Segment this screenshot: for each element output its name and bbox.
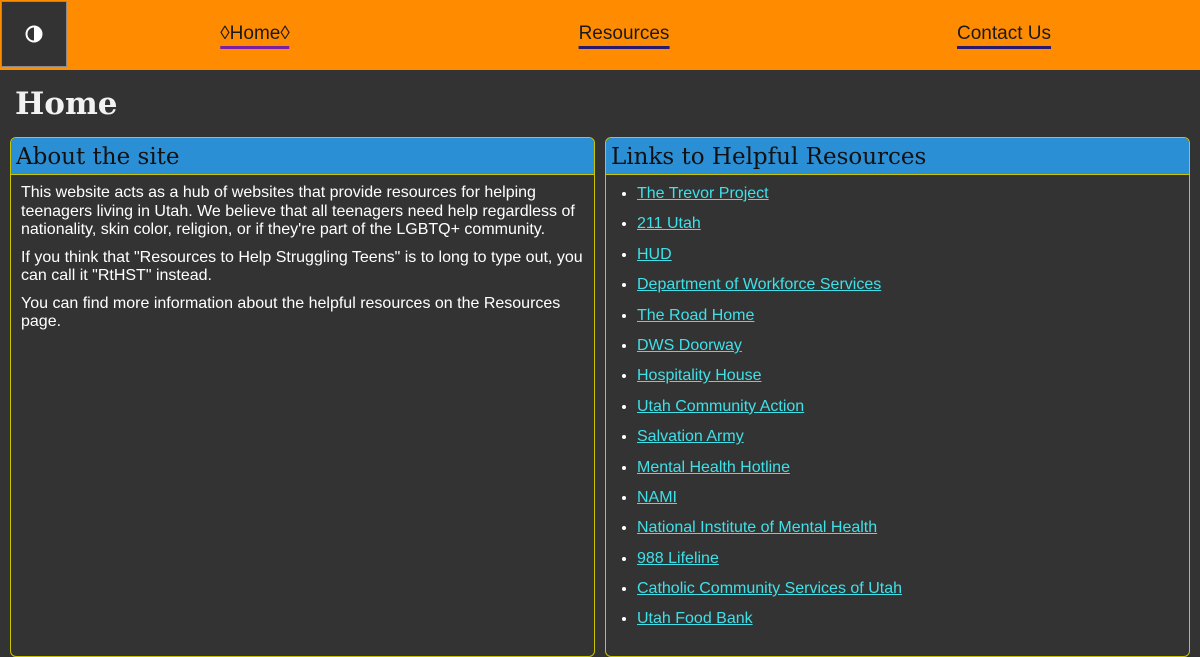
- list-item: Utah Community Action: [637, 394, 1189, 424]
- nav-link-home[interactable]: ◊Home◊: [220, 22, 290, 49]
- resource-link-workforce-services[interactable]: Department of Workforce Services: [637, 276, 881, 293]
- resource-link-dws-doorway[interactable]: DWS Doorway: [637, 337, 742, 354]
- about-panel: About the site This website acts as a hu…: [10, 137, 595, 657]
- about-body: This website acts as a hub of websites t…: [11, 175, 594, 332]
- list-item: Salvation Army: [637, 424, 1189, 454]
- resource-link-nami[interactable]: NAMI: [637, 489, 677, 506]
- resource-link-211-utah[interactable]: 211 Utah: [637, 215, 701, 232]
- resource-link-utah-food-bank[interactable]: Utah Food Bank: [637, 610, 753, 627]
- list-item: DWS Doorway: [637, 333, 1189, 363]
- list-item: 211 Utah: [637, 211, 1189, 241]
- contrast-icon: [25, 25, 43, 43]
- resource-link-hud[interactable]: HUD: [637, 246, 672, 263]
- list-item: National Institute of Mental Health: [637, 515, 1189, 545]
- theme-toggle-button[interactable]: [1, 1, 67, 67]
- list-item: Mental Health Hotline: [637, 455, 1189, 485]
- resource-link-salvation-army[interactable]: Salvation Army: [637, 428, 744, 445]
- resource-link-road-home[interactable]: The Road Home: [637, 307, 754, 324]
- about-paragraph: If you think that "Resources to Help Str…: [21, 248, 583, 285]
- about-paragraph: This website acts as a hub of websites t…: [21, 184, 575, 238]
- resource-link-988-lifeline[interactable]: 988 Lifeline: [637, 550, 719, 567]
- about-heading: About the site: [11, 138, 594, 175]
- list-item: Catholic Community Services of Utah: [637, 576, 1189, 606]
- top-navigation-bar: ◊Home◊ Resources Contact Us: [0, 0, 1200, 70]
- list-item: NAMI: [637, 485, 1189, 515]
- list-item: The Trevor Project: [637, 181, 1189, 211]
- resource-link-nimh[interactable]: National Institute of Mental Health: [637, 519, 877, 536]
- list-item: HUD: [637, 242, 1189, 272]
- resource-link-trevor-project[interactable]: The Trevor Project: [637, 185, 769, 202]
- nav-link-resources[interactable]: Resources: [578, 22, 670, 49]
- list-item: The Road Home: [637, 303, 1189, 333]
- links-panel: Links to Helpful Resources The Trevor Pr…: [605, 137, 1190, 657]
- list-item: Utah Food Bank: [637, 606, 1189, 636]
- nav-link-contact-us[interactable]: Contact Us: [957, 22, 1051, 49]
- resource-link-hospitality-house[interactable]: Hospitality House: [637, 367, 762, 384]
- about-paragraph: You can find more information about the …: [21, 294, 561, 331]
- resource-link-mental-health-hotline[interactable]: Mental Health Hotline: [637, 459, 790, 476]
- list-item: 988 Lifeline: [637, 546, 1189, 576]
- resource-links-list: The Trevor Project 211 Utah HUD Departme…: [606, 175, 1189, 637]
- resource-link-catholic-community-services[interactable]: Catholic Community Services of Utah: [637, 580, 902, 597]
- list-item: Department of Workforce Services: [637, 272, 1189, 302]
- list-item: Hospitality House: [637, 363, 1189, 393]
- page-title: Home: [15, 86, 118, 122]
- resource-link-utah-community-action[interactable]: Utah Community Action: [637, 398, 804, 415]
- links-heading: Links to Helpful Resources: [606, 138, 1189, 175]
